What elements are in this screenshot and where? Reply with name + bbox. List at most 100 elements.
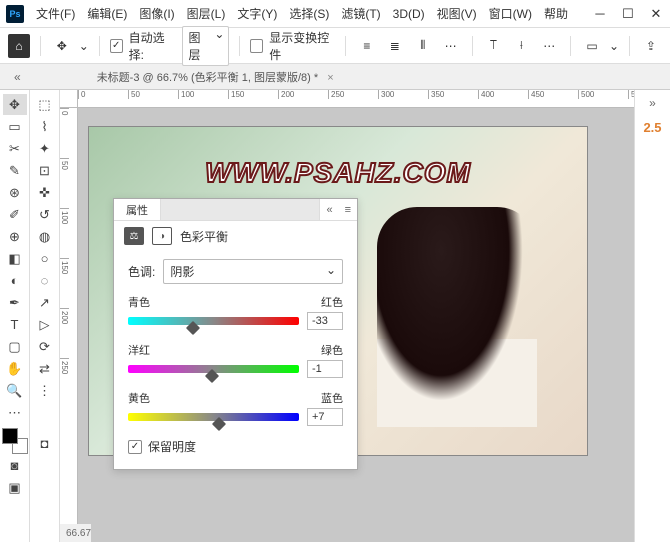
home-icon[interactable]: ⌂ [8,34,30,58]
ruler-vertical[interactable]: 050100150200250 [60,108,78,542]
menu-3d[interactable]: 3D(D) [387,7,431,21]
panel-tab-properties[interactable]: 属性 [114,199,161,220]
healing-tool[interactable]: ⊛ [3,182,27,203]
zoom-level[interactable]: 66.67 [66,528,91,539]
mask-mode[interactable]: ◙ [3,455,27,476]
menu-filter[interactable]: 滤镜(T) [335,5,386,22]
gradient-tool[interactable]: ◐ [3,270,27,291]
preserve-luminosity-row: 保留明度 [128,438,343,455]
align-icon[interactable]: ≡ [356,34,378,58]
crop-tool[interactable]: ✂ [3,138,27,159]
panel-body: 色调: 阴影 青色 红色 -33 洋红 绿色 -1 [114,251,357,469]
close-button[interactable]: ✕ [642,2,670,26]
expand-tools[interactable]: ⋯ [3,402,27,423]
minimize-button[interactable]: ─ [586,2,614,26]
chevron-right-icon[interactable]: » [643,96,662,110]
paint-bucket-tool[interactable]: ◍ [33,226,57,247]
eraser-tool[interactable]: ◧ [3,248,27,269]
menubar: Ps 文件(F) 编辑(E) 图像(I) 图层(L) 文字(Y) 选择(S) 滤… [0,0,670,28]
preserve-luminosity-label: 保留明度 [148,438,196,455]
right-panel-value[interactable]: 2.5 [643,120,661,135]
mask-icon[interactable]: ◑ [152,227,172,245]
adjustment-name: 色彩平衡 [180,228,228,245]
dodge-tool[interactable]: ○ [33,248,57,269]
align-top-icon[interactable]: ⟙ [482,34,504,58]
history-brush-tool[interactable]: ↺ [33,204,57,225]
maximize-button[interactable]: ☐ [614,2,642,26]
move-tool[interactable]: ✥ [3,94,27,115]
menu-window[interactable]: 窗口(W) [483,5,538,22]
divider [472,36,473,56]
menu-type[interactable]: 文字(Y) [231,5,283,22]
auto-select-target[interactable]: 图层 [182,26,230,66]
more-icon[interactable]: ⋯ [538,34,560,58]
edit-toolbar[interactable]: ⋮ [33,380,57,401]
collapse-icon[interactable]: « [320,204,338,216]
close-tab-icon[interactable]: × [327,72,333,84]
zoom-tool[interactable]: 🔍 [3,380,27,401]
align-icon[interactable]: ≣ [384,34,406,58]
slider-thumb[interactable] [186,321,200,335]
slider-value[interactable]: -33 [307,312,343,330]
spot-heal-tool[interactable]: ✜ [33,182,57,203]
slider-track[interactable] [128,413,299,421]
preserve-luminosity-checkbox[interactable] [128,440,142,454]
menu-file[interactable]: 文件(F) [30,5,81,22]
dropdown-caret-icon[interactable]: ⌄ [609,39,619,53]
hand-tool[interactable]: ✋ [3,358,27,379]
path-tool[interactable]: ↗ [33,292,57,313]
slider-thumb[interactable] [212,417,226,431]
blur-tool[interactable]: ◌ [33,270,57,291]
shape-tool[interactable]: ▢ [3,336,27,357]
direct-select-tool[interactable]: ▷ [33,314,57,335]
toggle-tool[interactable]: ⇄ [33,358,57,379]
slider-track[interactable] [128,365,299,373]
align-mid-icon[interactable]: ⟊ [510,34,532,58]
panel-tab-inactive[interactable] [161,199,320,220]
menu-layer[interactable]: 图层(L) [181,5,232,22]
auto-select-checkbox[interactable] [110,39,123,53]
artboard-tool[interactable]: ▭ [3,116,27,137]
panel-header[interactable]: 属性 « ≡ [114,199,357,221]
label-green: 绿色 [321,342,343,358]
divider [345,36,346,56]
slider-thumb[interactable] [205,369,219,383]
panel-menu-icon[interactable]: ≡ [339,204,357,216]
ruler-horizontal[interactable]: 0501001502002503003504004505005506006507… [78,90,634,108]
balance-icon: ⚖ [124,227,144,245]
distribute-icon[interactable]: ⋯ [440,34,462,58]
menu-help[interactable]: 帮助 [538,5,574,22]
menu-view[interactable]: 视图(V) [431,5,483,22]
frame-tool[interactable]: ⊡ [33,160,57,181]
marquee-tool[interactable]: ⬚ [33,94,57,115]
menu-select[interactable]: 选择(S) [283,5,335,22]
tone-select[interactable]: 阴影 [163,259,343,284]
mode-icon[interactable]: ▭ [581,34,603,58]
document-tab[interactable]: 未标题-3 @ 66.7% (色彩平衡 1, 图层蒙版/8) * × [87,69,344,85]
chevron-left-icon[interactable]: « [8,70,27,84]
share-icon[interactable]: ⇪ [640,34,662,58]
color-swatch[interactable] [2,428,28,454]
stamp-tool[interactable]: ⊕ [3,226,27,247]
slider-value[interactable]: -1 [307,360,343,378]
align-icon[interactable]: ⫴ [412,34,434,58]
pen-tool[interactable]: ✒ [3,292,27,313]
quick-mask-alt[interactable]: ◘ [33,433,57,454]
move-tool-icon[interactable]: ✥ [51,34,73,58]
adjustment-type-row: ⚖ ◑ 色彩平衡 [114,221,357,251]
dropdown-caret-icon[interactable]: ⌄ [79,39,89,53]
wand-tool[interactable]: ✦ [33,138,57,159]
brush-tool[interactable]: ✐ [3,204,27,225]
screen-mode[interactable]: ▣ [3,477,27,498]
lasso-tool[interactable]: ⌇ [33,116,57,137]
type-tool[interactable]: T [3,314,27,335]
app-icon: Ps [6,5,24,23]
show-transform-checkbox[interactable] [250,39,263,53]
slider-value[interactable]: +7 [307,408,343,426]
right-panel: » 2.5 [634,90,670,542]
menu-edit[interactable]: 编辑(E) [81,5,133,22]
eyedropper-tool[interactable]: ✎ [3,160,27,181]
rotate-tool[interactable]: ⟳ [33,336,57,357]
menu-image[interactable]: 图像(I) [133,5,180,22]
slider-track[interactable] [128,317,299,325]
